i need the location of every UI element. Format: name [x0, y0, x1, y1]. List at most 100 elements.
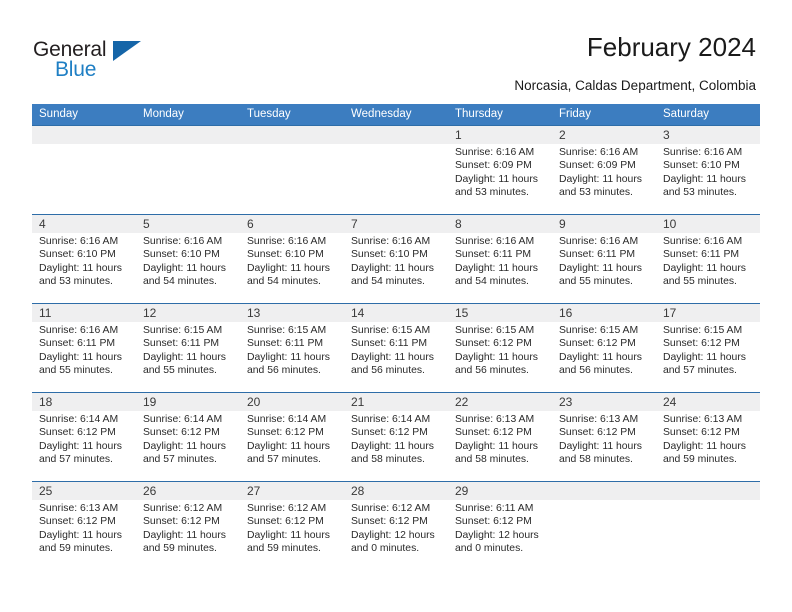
sunrise-text: Sunrise: 6:12 AM: [351, 503, 431, 514]
daylight-line1: Daylight: 11 hours: [143, 262, 226, 274]
day-details: Sunrise: 6:13 AM Sunset: 6:12 PM Dayligh…: [39, 502, 129, 556]
daylight-line2: and 0 minutes.: [455, 543, 524, 555]
day-number: 28: [351, 484, 365, 498]
sunrise-text: Sunrise: 6:13 AM: [663, 414, 743, 425]
daylight-line2: and 55 minutes.: [559, 276, 633, 288]
daylight-line1: Daylight: 11 hours: [559, 173, 642, 185]
sunset-text: Sunset: 6:11 PM: [559, 249, 636, 261]
day-details: Sunrise: 6:16 AM Sunset: 6:11 PM Dayligh…: [455, 235, 545, 289]
sunset-text: Sunset: 6:12 PM: [559, 338, 636, 350]
calendar-grid: Sunday Monday Tuesday Wednesday Thursday…: [32, 104, 760, 570]
daylight-line1: Daylight: 11 hours: [351, 440, 434, 452]
day-cell[interactable]: 20 Sunrise: 6:14 AM Sunset: 6:12 PM Dayl…: [240, 393, 344, 481]
week-row: 4 Sunrise: 6:16 AM Sunset: 6:10 PM Dayli…: [32, 214, 760, 303]
day-cell[interactable]: 8 Sunrise: 6:16 AM Sunset: 6:11 PM Dayli…: [448, 215, 552, 303]
daylight-line1: Daylight: 11 hours: [247, 262, 330, 274]
day-cell[interactable]: 18 Sunrise: 6:14 AM Sunset: 6:12 PM Dayl…: [32, 393, 136, 481]
day-cell[interactable]: 26 Sunrise: 6:12 AM Sunset: 6:12 PM Dayl…: [136, 482, 240, 570]
weekday-header-thursday: Thursday: [455, 108, 503, 120]
sunset-text: Sunset: 6:12 PM: [559, 427, 636, 439]
day-cell[interactable]: 24 Sunrise: 6:13 AM Sunset: 6:12 PM Dayl…: [656, 393, 760, 481]
day-details: Sunrise: 6:14 AM Sunset: 6:12 PM Dayligh…: [143, 413, 233, 467]
day-number: 27: [247, 484, 261, 498]
sunset-text: Sunset: 6:12 PM: [455, 516, 532, 528]
sunrise-text: Sunrise: 6:14 AM: [247, 414, 327, 425]
day-cell[interactable]: 21 Sunrise: 6:14 AM Sunset: 6:12 PM Dayl…: [344, 393, 448, 481]
weekday-header-friday: Friday: [559, 108, 591, 120]
daylight-line1: Daylight: 11 hours: [559, 440, 642, 452]
day-number: 13: [247, 306, 261, 320]
sunrise-text: Sunrise: 6:14 AM: [351, 414, 431, 425]
day-cell[interactable]: 10 Sunrise: 6:16 AM Sunset: 6:11 PM Dayl…: [656, 215, 760, 303]
daylight-line2: and 58 minutes.: [559, 454, 633, 466]
day-cell: [136, 126, 240, 214]
daylight-line1: Daylight: 11 hours: [455, 351, 538, 363]
day-cell[interactable]: 16 Sunrise: 6:15 AM Sunset: 6:12 PM Dayl…: [552, 304, 656, 392]
day-cell[interactable]: 23 Sunrise: 6:13 AM Sunset: 6:12 PM Dayl…: [552, 393, 656, 481]
day-details: Sunrise: 6:16 AM Sunset: 6:11 PM Dayligh…: [39, 324, 129, 378]
daylight-line1: Daylight: 12 hours: [351, 529, 435, 541]
day-cell[interactable]: 4 Sunrise: 6:16 AM Sunset: 6:10 PM Dayli…: [32, 215, 136, 303]
weekday-header-row: Sunday Monday Tuesday Wednesday Thursday…: [32, 104, 760, 125]
day-cell[interactable]: 14 Sunrise: 6:15 AM Sunset: 6:11 PM Dayl…: [344, 304, 448, 392]
general-blue-logo[interactable]: General Blue: [33, 38, 163, 84]
sunset-text: Sunset: 6:10 PM: [143, 249, 220, 261]
sunrise-text: Sunrise: 6:16 AM: [247, 236, 327, 247]
day-cell[interactable]: 3 Sunrise: 6:16 AM Sunset: 6:10 PM Dayli…: [656, 126, 760, 214]
day-cell: [656, 482, 760, 570]
daylight-line2: and 56 minutes.: [351, 365, 425, 377]
day-cell[interactable]: 13 Sunrise: 6:15 AM Sunset: 6:11 PM Dayl…: [240, 304, 344, 392]
daylight-line2: and 54 minutes.: [455, 276, 529, 288]
day-cell[interactable]: 2 Sunrise: 6:16 AM Sunset: 6:09 PM Dayli…: [552, 126, 656, 214]
day-cell: [552, 482, 656, 570]
day-details: Sunrise: 6:16 AM Sunset: 6:09 PM Dayligh…: [455, 146, 545, 200]
daylight-line1: Daylight: 11 hours: [663, 351, 746, 363]
daylight-line1: Daylight: 11 hours: [39, 262, 122, 274]
day-cell[interactable]: 27 Sunrise: 6:12 AM Sunset: 6:12 PM Dayl…: [240, 482, 344, 570]
sunrise-text: Sunrise: 6:15 AM: [663, 325, 743, 336]
day-cell[interactable]: 7 Sunrise: 6:16 AM Sunset: 6:10 PM Dayli…: [344, 215, 448, 303]
daylight-line2: and 0 minutes.: [351, 543, 420, 555]
day-cell: [240, 126, 344, 214]
day-cell[interactable]: 25 Sunrise: 6:13 AM Sunset: 6:12 PM Dayl…: [32, 482, 136, 570]
day-cell[interactable]: 6 Sunrise: 6:16 AM Sunset: 6:10 PM Dayli…: [240, 215, 344, 303]
day-details: Sunrise: 6:15 AM Sunset: 6:12 PM Dayligh…: [663, 324, 753, 378]
daylight-line2: and 55 minutes.: [39, 365, 113, 377]
day-number: 1: [455, 128, 462, 142]
day-cell[interactable]: 17 Sunrise: 6:15 AM Sunset: 6:12 PM Dayl…: [656, 304, 760, 392]
day-details: Sunrise: 6:16 AM Sunset: 6:10 PM Dayligh…: [663, 146, 753, 200]
day-details: Sunrise: 6:13 AM Sunset: 6:12 PM Dayligh…: [455, 413, 545, 467]
day-cell[interactable]: 11 Sunrise: 6:16 AM Sunset: 6:11 PM Dayl…: [32, 304, 136, 392]
day-details: Sunrise: 6:14 AM Sunset: 6:12 PM Dayligh…: [39, 413, 129, 467]
daylight-line1: Daylight: 11 hours: [39, 440, 122, 452]
sunset-text: Sunset: 6:12 PM: [39, 516, 116, 528]
daylight-line2: and 57 minutes.: [143, 454, 217, 466]
sunset-text: Sunset: 6:12 PM: [351, 427, 428, 439]
day-cell[interactable]: 15 Sunrise: 6:15 AM Sunset: 6:12 PM Dayl…: [448, 304, 552, 392]
day-details: Sunrise: 6:16 AM Sunset: 6:10 PM Dayligh…: [351, 235, 441, 289]
day-cell[interactable]: 1 Sunrise: 6:16 AM Sunset: 6:09 PM Dayli…: [448, 126, 552, 214]
day-cell[interactable]: 12 Sunrise: 6:15 AM Sunset: 6:11 PM Dayl…: [136, 304, 240, 392]
sunset-text: Sunset: 6:11 PM: [247, 338, 324, 350]
day-details: Sunrise: 6:15 AM Sunset: 6:11 PM Dayligh…: [143, 324, 233, 378]
sunrise-text: Sunrise: 6:16 AM: [455, 147, 535, 158]
day-details: Sunrise: 6:16 AM Sunset: 6:11 PM Dayligh…: [663, 235, 753, 289]
day-details: Sunrise: 6:15 AM Sunset: 6:11 PM Dayligh…: [351, 324, 441, 378]
day-details: Sunrise: 6:14 AM Sunset: 6:12 PM Dayligh…: [351, 413, 441, 467]
sunrise-text: Sunrise: 6:16 AM: [663, 147, 743, 158]
daylight-line2: and 58 minutes.: [455, 454, 529, 466]
day-number: 25: [39, 484, 53, 498]
sunrise-text: Sunrise: 6:16 AM: [663, 236, 743, 247]
day-cell[interactable]: 29 Sunrise: 6:11 AM Sunset: 6:12 PM Dayl…: [448, 482, 552, 570]
sunset-text: Sunset: 6:12 PM: [351, 516, 428, 528]
day-number: 20: [247, 395, 261, 409]
day-cell[interactable]: 19 Sunrise: 6:14 AM Sunset: 6:12 PM Dayl…: [136, 393, 240, 481]
day-cell[interactable]: 28 Sunrise: 6:12 AM Sunset: 6:12 PM Dayl…: [344, 482, 448, 570]
daylight-line2: and 59 minutes.: [663, 454, 737, 466]
daylight-line1: Daylight: 11 hours: [663, 262, 746, 274]
day-cell[interactable]: 5 Sunrise: 6:16 AM Sunset: 6:10 PM Dayli…: [136, 215, 240, 303]
day-cell[interactable]: 22 Sunrise: 6:13 AM Sunset: 6:12 PM Dayl…: [448, 393, 552, 481]
sunrise-text: Sunrise: 6:16 AM: [455, 236, 535, 247]
day-details: Sunrise: 6:14 AM Sunset: 6:12 PM Dayligh…: [247, 413, 337, 467]
day-cell[interactable]: 9 Sunrise: 6:16 AM Sunset: 6:11 PM Dayli…: [552, 215, 656, 303]
